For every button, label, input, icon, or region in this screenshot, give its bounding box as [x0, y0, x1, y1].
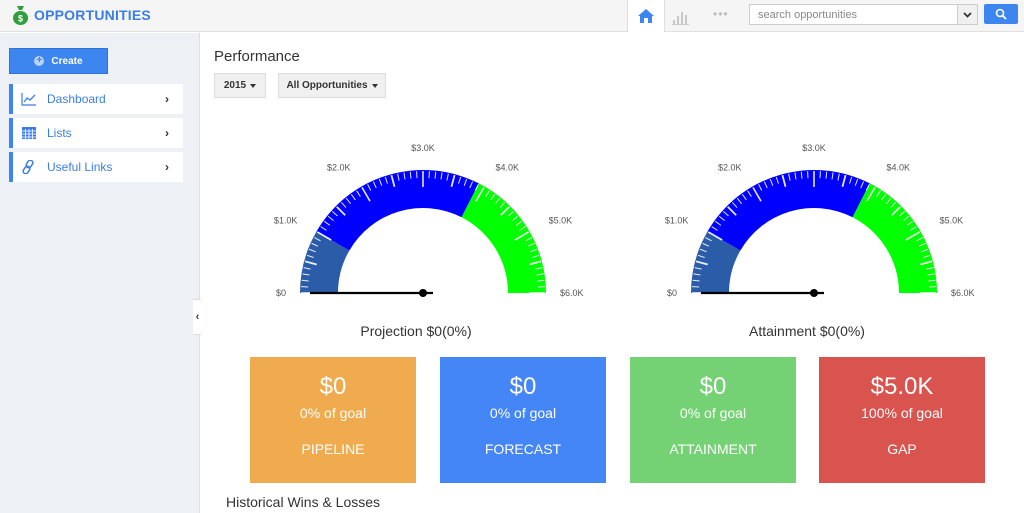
projection-gauge-title: Projection $0(0%): [360, 323, 472, 339]
sidebar-item-label: Dashboard: [47, 92, 106, 106]
chevron-right-icon: ›: [165, 160, 169, 174]
search-button[interactable]: [984, 4, 1018, 24]
gauge-needle-pivot: [810, 289, 818, 297]
card-percent: 0% of goal: [489, 405, 557, 421]
gauge-tick-label: $3.0K: [802, 143, 826, 153]
card-value: $0: [699, 373, 727, 400]
gauge-tick-label: $1.0K: [274, 216, 298, 226]
line-chart-icon: [21, 93, 36, 106]
year-dropdown-value: 2015: [223, 80, 247, 91]
gauge-tick-label: $4.0K: [496, 162, 520, 172]
card-value: $0: [509, 373, 537, 400]
app-brand[interactable]: $ OPPORTUNITIES: [12, 5, 151, 25]
svg-text:$: $: [18, 14, 23, 24]
attainment-card[interactable]: $0 0% of goal ATTAINMENT: [630, 357, 796, 483]
pipeline-card[interactable]: $0 0% of goal PIPELINE: [250, 357, 416, 483]
historical-wins-losses-title: Historical Wins & Losses: [226, 494, 381, 510]
sidebar-item-lists[interactable]: Lists ›: [9, 118, 183, 148]
home-icon: [638, 9, 654, 23]
money-bag-icon: $: [13, 6, 28, 25]
card-label: FORECAST: [484, 441, 562, 457]
projection-gauge: $0 $1.0K $2.0K $3.0K $4.0K $5.0K $6.0K: [274, 143, 584, 298]
search-box: [749, 4, 978, 25]
card-value: $5.0K: [870, 373, 934, 400]
gauge-tick-label: $2.0K: [718, 162, 742, 172]
attainment-gauge-title: Attainment $0(0%): [749, 323, 865, 339]
more-dots-icon[interactable]: •••: [713, 7, 729, 21]
gauge-tick-label: $3.0K: [411, 143, 435, 153]
sidebar-item-label: Useful Links: [47, 160, 113, 174]
card-label: ATTAINMENT: [669, 441, 757, 457]
card-percent: 0% of goal: [299, 405, 367, 421]
app-title: OPPORTUNITIES: [34, 7, 151, 23]
gap-card[interactable]: $5.0K 100% of goal GAP: [819, 357, 985, 483]
card-label: PIPELINE: [301, 441, 365, 457]
gauge-tick-label: $1.0K: [665, 216, 689, 226]
gauge-tick-label: $2.0K: [327, 162, 351, 172]
link-icon: [22, 160, 34, 174]
gauge-tick-label: $5.0K: [549, 216, 573, 226]
sidebar: + Create Dashboard › Lists › Useful Link…: [0, 33, 200, 513]
create-button-label: Create: [51, 55, 83, 67]
sidebar-item-dashboard[interactable]: Dashboard ›: [9, 84, 183, 114]
gauge-band-2: [461, 183, 546, 293]
chevron-down-icon: [963, 11, 972, 18]
sidebar-item-useful-links[interactable]: Useful Links ›: [9, 152, 183, 182]
sidebar-item-label: Lists: [47, 126, 72, 140]
gauge-tick-label: $5.0K: [940, 216, 964, 226]
card-value: $0: [319, 373, 347, 400]
scope-dropdown[interactable]: All Opportunities: [278, 73, 386, 98]
forecast-card[interactable]: $0 0% of goal FORECAST: [440, 357, 606, 483]
scope-dropdown-value: All Opportunities: [286, 80, 368, 91]
caret-down-icon: [371, 83, 378, 88]
card-percent: 100% of goal: [861, 405, 943, 421]
gauge-band-2: [852, 183, 937, 293]
home-button[interactable]: [627, 0, 665, 32]
bar-chart-icon[interactable]: [671, 6, 691, 26]
gauge-needle-pivot: [419, 289, 427, 297]
gauge-tick-label: $6.0K: [560, 288, 584, 298]
gauge-tick-label: $6.0K: [951, 288, 975, 298]
table-icon: [22, 127, 36, 139]
chevron-right-icon: ›: [165, 126, 169, 140]
search-input[interactable]: [750, 5, 958, 24]
card-label: GAP: [887, 441, 917, 457]
chevron-right-icon: ›: [165, 92, 169, 106]
page-title: Performance: [214, 48, 300, 65]
gauge-tick-label: $0: [667, 288, 677, 298]
year-dropdown[interactable]: 2015: [214, 73, 266, 98]
caret-down-icon: [250, 83, 257, 88]
gauge-tick-label: $4.0K: [887, 162, 911, 172]
card-percent: 0% of goal: [679, 405, 747, 421]
search-icon: [995, 8, 1007, 20]
gauge-tick-label: $0: [276, 288, 286, 298]
attainment-gauge: $0 $1.0K $2.0K $3.0K $4.0K $5.0K $6.0K: [665, 143, 975, 298]
main-content: Performance 2015 All Opportunities $0 $1.…: [201, 33, 1024, 513]
plus-circle-icon: +: [34, 56, 45, 66]
create-button[interactable]: + Create: [9, 48, 108, 74]
search-dropdown-button[interactable]: [957, 5, 977, 24]
top-bar: $ OPPORTUNITIES •••: [0, 0, 1024, 32]
